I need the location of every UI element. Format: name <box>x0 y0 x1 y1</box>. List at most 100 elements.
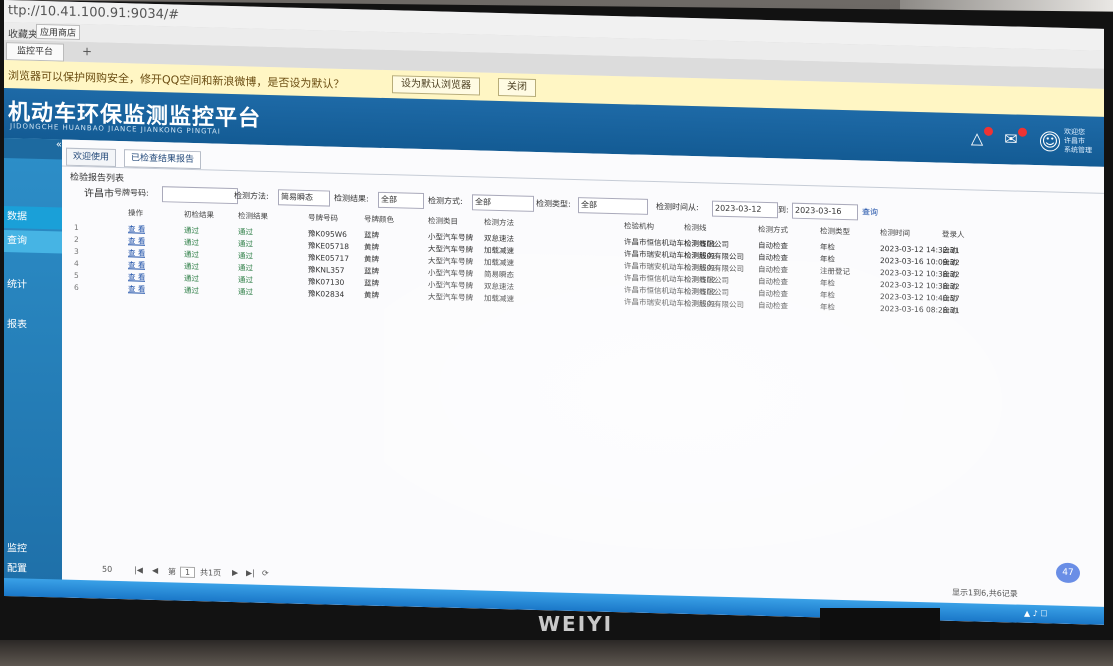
browser-tab[interactable]: 监控平台 <box>6 42 65 62</box>
table-cell: 检测线01 <box>684 250 717 261</box>
notice-close-button[interactable]: 关闭 <box>498 77 536 97</box>
new-tab-button[interactable]: + <box>82 44 92 58</box>
type-select[interactable]: 全部 <box>578 197 648 215</box>
column-header[interactable]: 登录人 <box>942 229 965 242</box>
table-cell: 检测线01 <box>684 238 717 249</box>
next-page-icon[interactable]: ▶ <box>232 568 238 577</box>
column-header[interactable]: 号牌颜色 <box>364 213 394 226</box>
view-link[interactable]: 查 看 <box>128 271 145 283</box>
table-cell: 豫KE05718 <box>308 241 350 252</box>
favorites-label[interactable]: 收藏夹 <box>8 25 38 41</box>
filter-type-label: 检测类型: <box>536 198 571 209</box>
table-cell: 黄牌 <box>364 254 379 264</box>
monitor-brand-logo: WEIYI <box>538 612 614 636</box>
table-cell: 通过 <box>184 273 199 284</box>
column-header[interactable]: 号牌号码 <box>308 212 338 225</box>
sidebar-item-query[interactable]: 查询 <box>4 230 62 254</box>
column-header[interactable]: 检测类型 <box>820 225 850 238</box>
row-number: 6 <box>74 282 79 292</box>
table-cell: 检测线02 <box>684 274 717 285</box>
column-header[interactable]: 操作 <box>128 207 143 219</box>
table-cell: 豫K095W6 <box>308 229 347 240</box>
column-header[interactable]: 初检结果 <box>184 209 214 222</box>
system-tray[interactable]: ▲ ♪ ☐ <box>1024 609 1048 619</box>
table-cell: 豫K07130 <box>308 277 345 287</box>
page-size-select[interactable]: 50 <box>102 565 112 574</box>
address-text: ttp://10.41.100.91:9034/# <box>8 3 180 23</box>
row-number: 4 <box>74 258 79 268</box>
set-default-button[interactable]: 设为默认浏览器 <box>392 75 480 96</box>
table-cell: 通过 <box>238 263 253 273</box>
tab-welcome[interactable]: 欢迎使用 <box>66 147 117 167</box>
table-cell: 自动检查 <box>758 264 788 275</box>
table-cell: 年检 <box>820 290 835 300</box>
table-cell: 通过 <box>184 261 199 272</box>
monitor-bezel: ttp://10.41.100.91:9034/# 收藏夹 应用商店 监控平台 … <box>0 0 1113 652</box>
sidebar-item-stats[interactable]: 统计 <box>4 274 62 298</box>
favorites-app-store[interactable]: 应用商店 <box>36 23 81 41</box>
column-header[interactable]: 检测结果 <box>238 210 268 223</box>
filter-result-label: 检测结果: <box>334 193 369 204</box>
table-cell: 蓝牌 <box>364 230 379 240</box>
row-number: 2 <box>74 234 79 244</box>
view-link[interactable]: 查 看 <box>128 247 145 259</box>
column-header[interactable]: 检测线 <box>684 222 707 235</box>
sidebar-collapse-button[interactable]: « <box>4 138 62 160</box>
sidebar: « 数据 查询 统计 报表 监控 配置 <box>4 138 62 598</box>
table-cell: 豫KNL357 <box>308 265 345 275</box>
table-cell: 加载减速 <box>484 293 514 304</box>
view-link[interactable]: 查 看 <box>128 283 145 295</box>
column-header[interactable]: 检验机构 <box>624 220 654 233</box>
table-cell: 大型汽车号牌 <box>428 292 473 303</box>
table-cell: 通过 <box>184 249 199 260</box>
table-cell: 通过 <box>238 287 253 297</box>
table-cell: 检测线01 <box>684 262 717 273</box>
notice-text: 浏览器可以保护网购安全，修开QQ空间和新浪微博，是否设为默认？ <box>8 69 345 91</box>
first-page-icon[interactable]: |◀ <box>134 565 143 574</box>
last-page-icon[interactable]: ▶| <box>246 568 255 577</box>
panel-title: 检验报告列表 <box>70 172 125 185</box>
filter-city: 许昌市 <box>84 188 114 200</box>
column-header[interactable]: 检测时间 <box>880 227 910 240</box>
table-cell: 自动检查 <box>758 300 788 311</box>
table-cell: 年检 <box>820 278 835 288</box>
date-from-input[interactable]: 2023-03-12 <box>712 200 778 219</box>
floating-badge[interactable]: 47 <box>1056 562 1080 584</box>
prev-page-icon[interactable]: ◀ <box>152 566 158 575</box>
user-avatar-icon[interactable]: ☺ <box>1040 131 1060 152</box>
view-link[interactable]: 查 看 <box>128 223 145 235</box>
alert-icon[interactable]: △ <box>968 126 993 148</box>
refresh-icon[interactable]: ⟳ <box>262 569 269 578</box>
table-cell: 加载减速 <box>484 257 514 268</box>
table-cell: 自动 <box>942 281 957 291</box>
page-suffix: 共1页 <box>200 568 222 578</box>
view-link[interactable]: 查 看 <box>128 235 145 247</box>
row-number: 5 <box>74 270 79 280</box>
method-select[interactable]: 简易瞬态 <box>278 189 330 207</box>
table-cell: 黄牌 <box>364 290 379 300</box>
date-to-input[interactable]: 2023-03-16 <box>792 202 858 221</box>
view-link[interactable]: 查 看 <box>128 259 145 271</box>
sidebar-item-report[interactable]: 报表 <box>4 314 62 338</box>
message-icon[interactable]: ✉ <box>1002 127 1027 149</box>
filter-date-label: 检测时间从: <box>656 202 699 213</box>
plate-input[interactable] <box>162 186 238 205</box>
table-cell: 蓝牌 <box>364 278 379 288</box>
row-number: 1 <box>74 222 79 232</box>
table-cell: 通过 <box>184 285 199 296</box>
table-cell: 蓝牌 <box>364 266 379 276</box>
column-header[interactable]: 检测方法 <box>484 217 514 230</box>
column-header[interactable]: 检测方式 <box>758 224 788 237</box>
column-header[interactable]: 检测类目 <box>428 215 458 228</box>
sidebar-item-data[interactable]: 数据 <box>4 206 62 230</box>
page-prefix: 第 <box>168 567 176 577</box>
page-number-input[interactable]: 1 <box>180 566 196 579</box>
result-select[interactable]: 全部 <box>378 191 424 210</box>
table-cell: 通过 <box>184 225 199 236</box>
tab-report-results[interactable]: 已检查结果报告 <box>124 149 202 170</box>
way-select[interactable]: 全部 <box>472 194 534 212</box>
main-content: 欢迎使用 已检查结果报告 检验报告列表 许昌市 号牌号码: 检测方法: 简易瞬态… <box>62 139 1104 625</box>
table-cell: 注册登记 <box>820 266 850 277</box>
table-cell: 自动 <box>942 269 957 279</box>
query-button[interactable]: 查询 <box>862 207 878 218</box>
